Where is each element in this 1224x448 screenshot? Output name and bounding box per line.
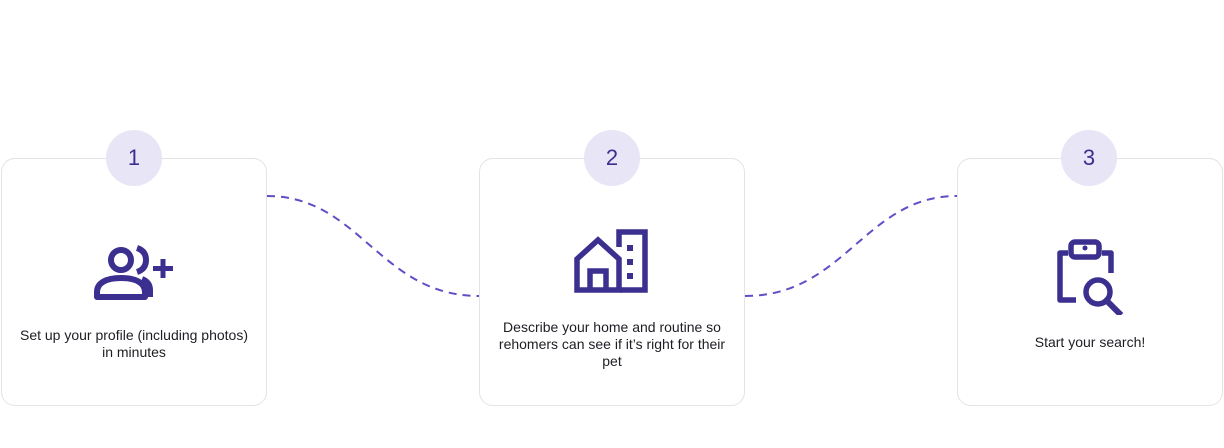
step-icon-wrapper xyxy=(958,239,1222,315)
connector-1-to-2 xyxy=(266,195,480,297)
connector-2-to-3 xyxy=(744,195,958,297)
home-building-icon xyxy=(574,229,648,293)
step-card-home: Describe your home and routine so rehome… xyxy=(479,158,745,406)
step-number-badge: 3 xyxy=(1061,130,1117,186)
step-description: Set up your profile (including photos) i… xyxy=(19,327,249,360)
step-icon-wrapper xyxy=(2,243,266,303)
step-description: Describe your home and routine so rehome… xyxy=(498,319,726,369)
step-card-profile: Set up your profile (including photos) i… xyxy=(1,158,267,406)
clipboard-search-icon xyxy=(1057,239,1124,315)
step-card-search: Start your search! xyxy=(957,158,1223,406)
step-icon-wrapper xyxy=(480,229,744,293)
step-number-badge: 1 xyxy=(106,130,162,186)
step-number-badge: 2 xyxy=(584,130,640,186)
user-add-icon xyxy=(94,245,173,300)
step-description: Start your search! xyxy=(1034,334,1146,350)
